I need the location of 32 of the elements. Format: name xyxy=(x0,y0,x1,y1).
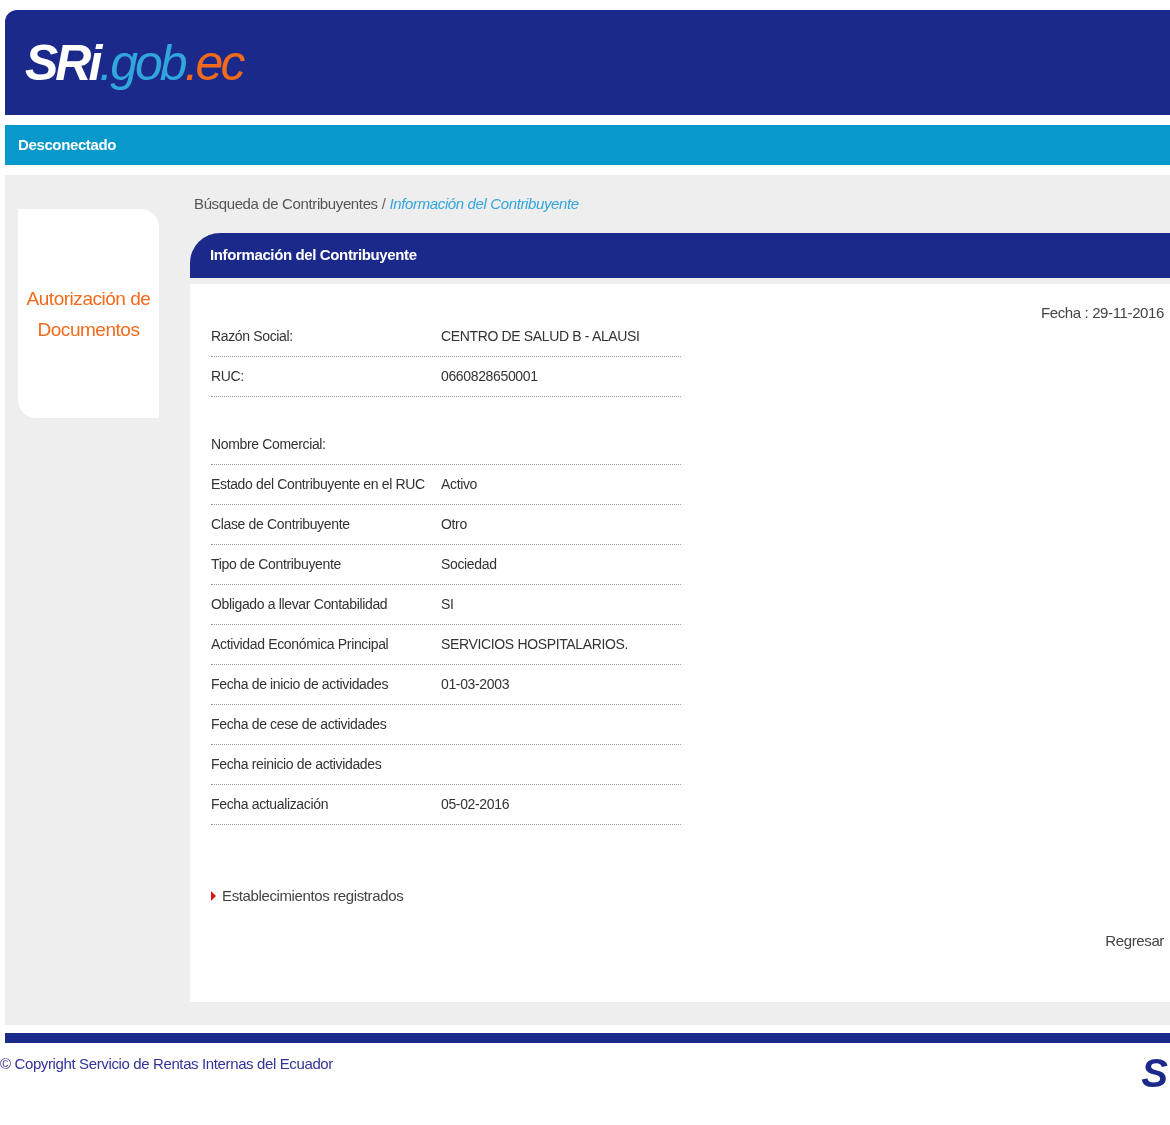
field-label: Actividad Económica Principal xyxy=(211,635,390,654)
connection-status: Desconectado xyxy=(18,134,117,155)
field-value: Sociedad xyxy=(441,555,497,574)
field-value: Otro xyxy=(441,515,467,534)
field-label: Estado del Contribuyente en el RUC xyxy=(211,475,426,494)
breadcrumb-separator: / xyxy=(381,193,386,214)
back-link[interactable]: Regresar xyxy=(1105,929,1164,952)
field-value: 05-02-2016 xyxy=(441,795,510,814)
date-label: Fecha : 29-11-2016 xyxy=(1040,303,1164,323)
field-value: SERVICIOS HOSPITALARIOS. xyxy=(441,635,629,654)
field-value: CENTRO DE SALUD B - ALAUSI xyxy=(441,327,640,346)
field-label: Tipo de Contribuyente xyxy=(211,555,342,574)
caret-icon xyxy=(211,891,216,902)
establishments-link[interactable]: Establecimientos registrados xyxy=(222,885,404,908)
field-label: Fecha de cese de actividades xyxy=(211,715,388,734)
field-value: Activo xyxy=(441,475,478,494)
field-label: Razón Social: xyxy=(211,327,294,346)
field-value: 0660828650001 xyxy=(441,367,538,386)
field-label: Obligado a llevar Contabilidad xyxy=(211,595,389,614)
panel-title: Información del Contribuyente xyxy=(210,245,417,266)
field-label: Fecha reinicio de actividades xyxy=(211,755,383,774)
breadcrumb-link[interactable]: Búsqueda de Contribuyentes xyxy=(194,192,378,216)
field-label: RUC: xyxy=(211,367,245,386)
site-logo[interactable]: SRi.gob.ec xyxy=(25,37,243,88)
footer-logo: S xyxy=(1141,1053,1168,1093)
copyright-text: © Copyright Servicio de Rentas Internas del Ecuador xyxy=(0,1054,333,1074)
field-label: Fecha actualización xyxy=(211,795,330,814)
field-label: Nombre Comercial: xyxy=(211,435,327,454)
field-value: 01-03-2003 xyxy=(441,675,510,694)
field-value: SI xyxy=(441,595,454,614)
field-label: Fecha de inicio de actividades xyxy=(211,675,390,694)
field-label: Clase de Contribuyente xyxy=(211,515,351,534)
